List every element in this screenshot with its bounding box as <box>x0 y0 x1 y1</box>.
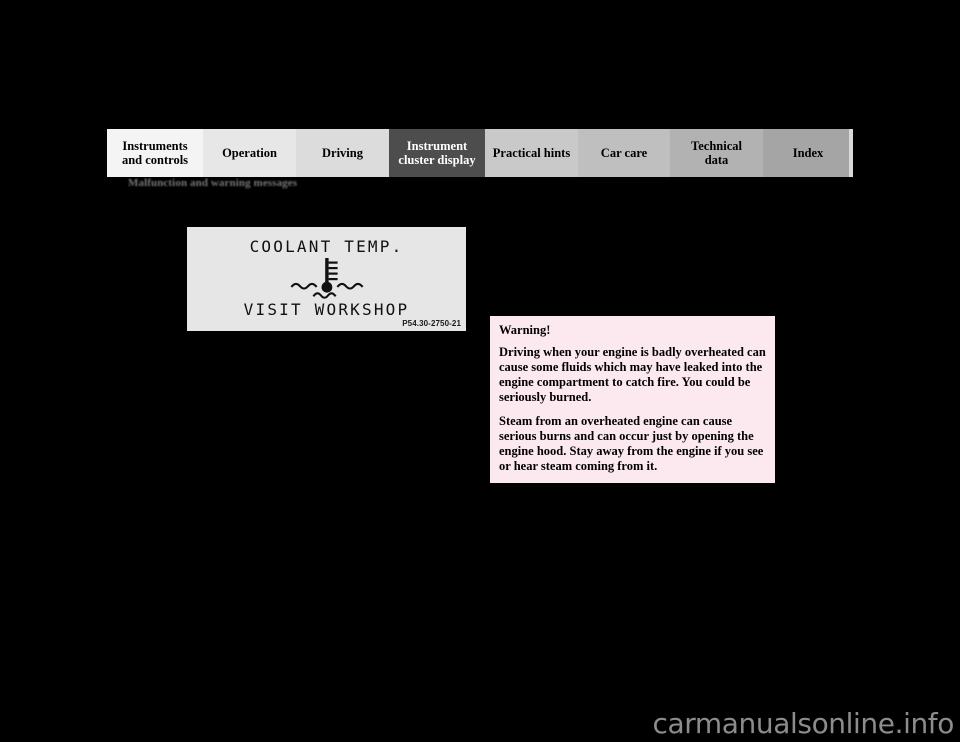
nav-tab-index[interactable]: Index <box>763 129 853 177</box>
nav-tab-label: Instruments and controls <box>121 138 189 167</box>
warning-paragraph-2: Steam from an overheated engine can caus… <box>499 413 764 473</box>
nav-tab-label: Technical data <box>691 138 742 167</box>
warning-paragraph-3: Turn off the engine, get out of the vehi… <box>499 482 757 512</box>
section-navigation-bar: Instruments and controls Operation Driving… <box>107 129 853 177</box>
lcd-message-status: VISIT WORKSHOP <box>243 300 410 319</box>
instrument-cluster-display-figure: COOLANT TEMP. VISIT WORKSHOP P54.30-2750… <box>187 227 466 331</box>
nav-tab-label: Driving <box>322 145 363 160</box>
nav-tab-label: Index <box>792 145 824 160</box>
nav-tab-operation[interactable]: Operation <box>203 129 296 177</box>
nav-tab-label: Instrument cluster display <box>398 138 476 167</box>
warning-title: Warning! <box>499 323 551 337</box>
nav-tab-car-care[interactable]: Car care <box>578 129 670 177</box>
lcd-message-title: COOLANT TEMP. <box>249 237 404 256</box>
nav-tab-instrument-cluster-display[interactable]: Instrument cluster display <box>389 129 485 177</box>
site-watermark: carmanualsonline.info <box>652 707 955 740</box>
nav-tab-practical-hints[interactable]: Practical hints <box>485 129 578 177</box>
figure-part-number: P54.30-2750-21 <box>402 319 461 328</box>
nav-tab-driving[interactable]: Driving <box>296 129 389 177</box>
coolant-temperature-warning-icon <box>284 258 370 300</box>
warning-callout-box: Warning! Driving when your engine is bad… <box>490 316 775 512</box>
nav-tab-label: Operation <box>222 145 277 160</box>
nav-tab-label: Car care <box>600 145 648 160</box>
section-subtitle: Malfunction and warning messages <box>128 177 298 189</box>
warning-paragraph-1: Driving when your engine is badly overhe… <box>499 344 766 404</box>
nav-tab-instruments-and-controls[interactable]: Instruments and controls <box>107 129 203 177</box>
nav-bar-right-edge <box>849 129 853 177</box>
nav-tab-technical-data[interactable]: Technical data <box>670 129 763 177</box>
nav-tab-label: Practical hints <box>492 145 571 160</box>
